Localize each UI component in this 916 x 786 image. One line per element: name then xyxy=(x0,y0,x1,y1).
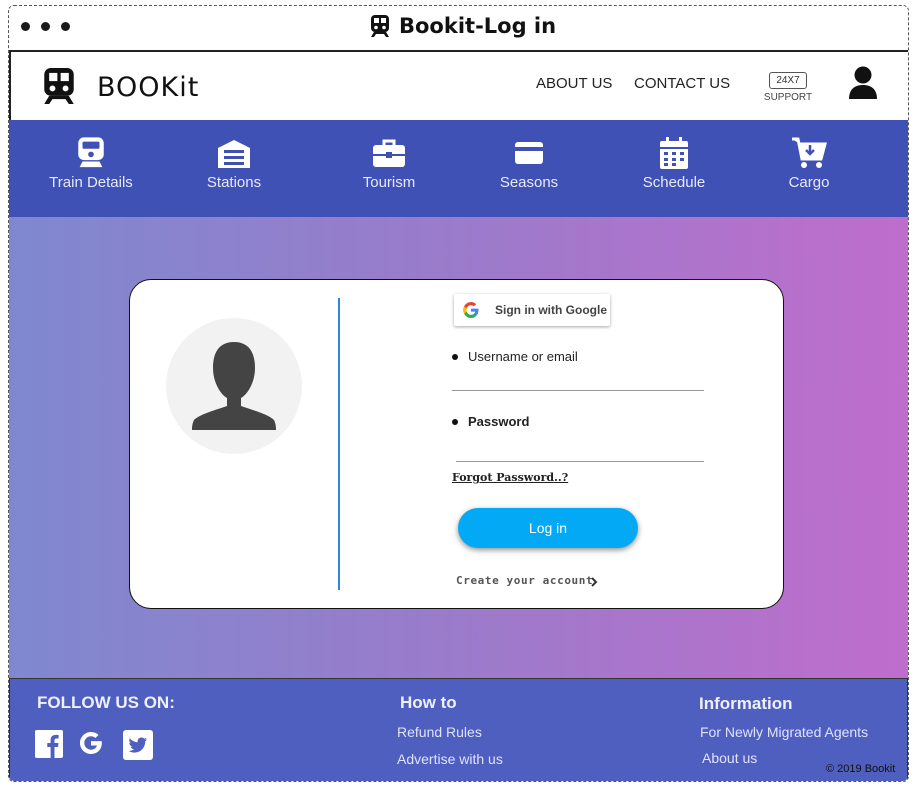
avatar xyxy=(166,318,302,454)
nav-item-stations[interactable]: Stations xyxy=(184,120,284,217)
username-label-text: Username or email xyxy=(468,349,578,364)
login-button[interactable]: Log in xyxy=(458,508,638,548)
nav-link-contact-us[interactable]: CONTACT US xyxy=(634,75,730,92)
nav-label: Schedule xyxy=(642,174,706,191)
window-title: Bookit-Log in xyxy=(369,14,556,38)
copyright-text: © 2019 Bookit xyxy=(826,763,896,775)
username-label: Username or email xyxy=(452,349,578,364)
window-dot[interactable] xyxy=(21,22,30,31)
site-footer: FOLLOW US ON: How to Refund Rules Advert… xyxy=(9,678,908,781)
window-title-text: Bookit-Log in xyxy=(399,14,557,38)
train-logo-icon[interactable] xyxy=(41,66,77,106)
nav-item-schedule[interactable]: Schedule xyxy=(624,120,724,217)
nav-label: Seasons xyxy=(499,174,559,191)
twitter-icon[interactable] xyxy=(122,729,154,761)
window-dot[interactable] xyxy=(41,22,50,31)
site-header: BOOKit ABOUT US CONTACT US 24X7 SUPPORT xyxy=(9,52,908,120)
briefcase-icon xyxy=(373,139,405,167)
train-icon xyxy=(78,137,104,168)
about-us-link[interactable]: About us xyxy=(702,750,757,766)
nav-item-train-details[interactable]: Train Details xyxy=(41,120,141,217)
login-button-label: Log in xyxy=(528,520,568,536)
main-area: Sign in with Google Username or email Pa… xyxy=(9,217,908,678)
password-label: Password xyxy=(452,414,529,429)
main-nav: Train Details Stations Tourism Seasons S… xyxy=(9,120,908,217)
google-signin-button[interactable]: Sign in with Google xyxy=(454,294,610,326)
nav-item-seasons[interactable]: Seasons xyxy=(479,120,579,217)
support-label: SUPPORT xyxy=(763,92,813,103)
facebook-icon[interactable] xyxy=(34,729,64,759)
nav-item-cargo[interactable]: Cargo xyxy=(759,120,859,217)
bullet xyxy=(452,418,458,425)
follow-us-title: FOLLOW US ON: xyxy=(37,693,175,712)
password-input[interactable] xyxy=(456,436,704,462)
card-icon xyxy=(515,142,543,164)
bullet xyxy=(452,353,458,360)
nav-label: Cargo xyxy=(788,174,830,191)
calendar-icon xyxy=(660,137,688,169)
nav-label: Stations xyxy=(206,174,262,191)
support-link[interactable]: 24X7 SUPPORT xyxy=(763,70,813,103)
window-dot[interactable] xyxy=(61,22,70,31)
newly-migrated-agents-link[interactable]: For Newly Migrated Agents xyxy=(700,724,868,740)
google-signin-label: Sign in with Google xyxy=(495,303,607,317)
username-input[interactable] xyxy=(452,365,704,391)
advertise-link[interactable]: Advertise with us xyxy=(397,751,503,767)
information-title: Information xyxy=(699,694,793,713)
nav-label: Train Details xyxy=(49,174,133,191)
station-icon xyxy=(218,140,250,168)
user-silhouette-icon xyxy=(192,342,276,430)
window-titlebar: Bookit-Log in xyxy=(9,6,908,52)
forgot-password-link[interactable]: Forgot Password..? xyxy=(452,471,568,484)
password-label-text: Password xyxy=(468,414,530,429)
train-icon xyxy=(371,15,389,37)
user-account-icon[interactable] xyxy=(847,65,879,101)
nav-link-about-us[interactable]: ABOUT US xyxy=(536,75,612,92)
login-card: Sign in with Google Username or email Pa… xyxy=(129,279,784,609)
card-divider xyxy=(338,298,340,590)
nav-item-tourism[interactable]: Tourism xyxy=(339,120,439,217)
window-controls[interactable] xyxy=(21,22,70,31)
logo-text[interactable]: BOOKit xyxy=(97,72,199,103)
google-icon[interactable] xyxy=(74,726,108,760)
browser-window: Bookit-Log in BOOKit ABOUT US CONTACT US… xyxy=(8,5,909,782)
chevron-right-icon[interactable] xyxy=(590,577,598,587)
support-badge: 24X7 xyxy=(769,72,807,89)
cart-icon xyxy=(792,137,827,168)
create-account-link[interactable]: Create your account xyxy=(456,574,593,587)
how-to-title: How to xyxy=(400,693,457,712)
refund-rules-link[interactable]: Refund Rules xyxy=(397,724,482,740)
google-icon xyxy=(463,302,479,318)
nav-label: Tourism xyxy=(362,174,416,191)
